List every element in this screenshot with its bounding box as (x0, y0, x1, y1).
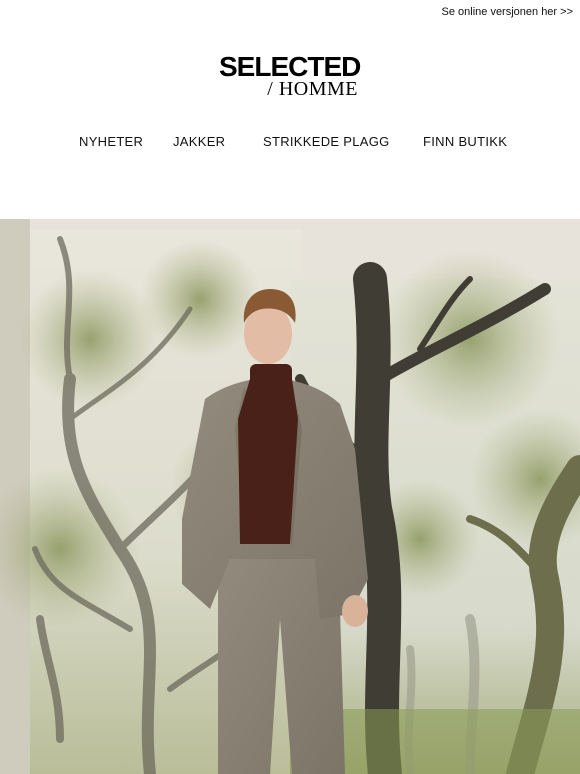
nav-item-finn-butikk[interactable]: FINN BUTIKK (423, 134, 507, 149)
hero-image[interactable] (0, 219, 580, 774)
brand-logo[interactable]: SELECTED / HOMME (219, 52, 361, 100)
hero-photo-illustration (0, 219, 580, 774)
online-version-link[interactable]: Se online versjonen her >> (442, 6, 573, 18)
nav-item-nyheter[interactable]: NYHETER (79, 134, 143, 149)
nav-item-jakker[interactable]: JAKKER (173, 134, 225, 149)
nav-item-strikkede-plagg[interactable]: STRIKKEDE PLAGG (263, 134, 390, 149)
main-navigation: NYHETER JAKKER STRIKKEDE PLAGG FINN BUTI… (0, 134, 580, 154)
logo-sub-text: / HOMME (267, 78, 358, 100)
